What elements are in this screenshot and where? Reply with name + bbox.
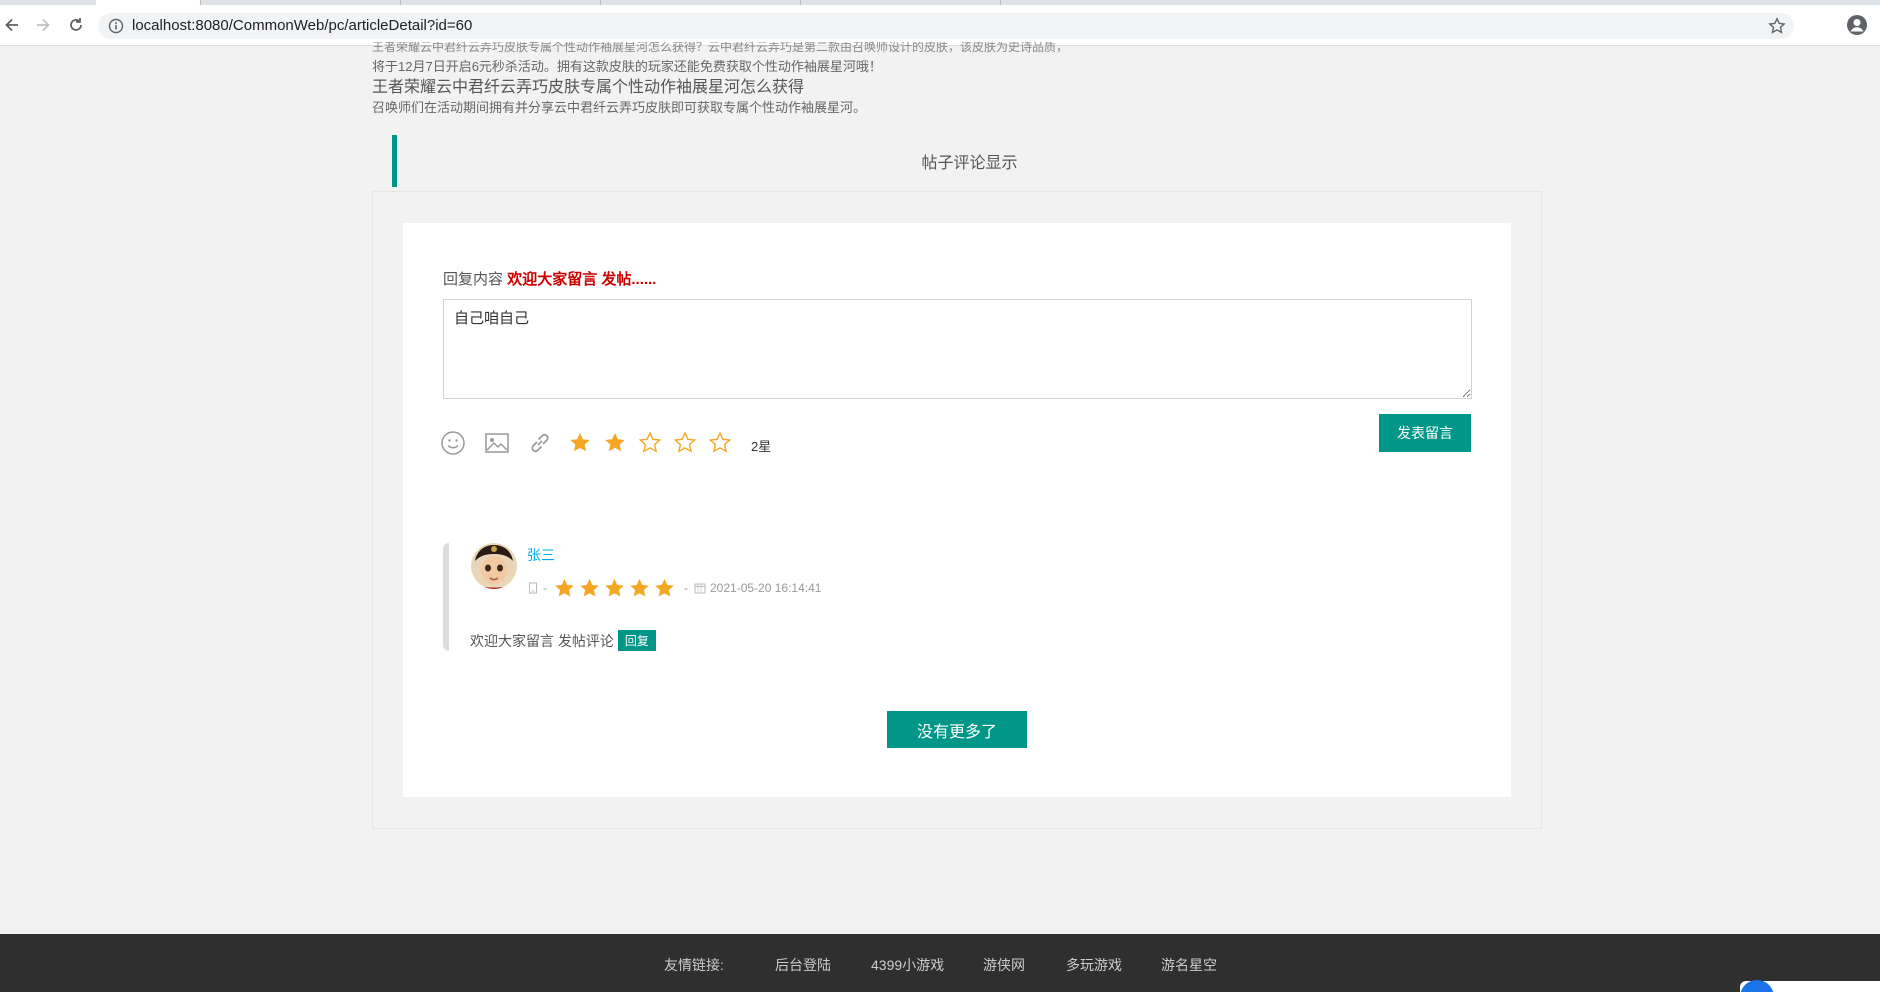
meta-separator: - bbox=[684, 581, 688, 595]
footer-links-label: 友情链接: bbox=[664, 957, 724, 973]
star-icon-empty[interactable] bbox=[638, 431, 662, 455]
star-icon-filled bbox=[580, 578, 599, 596]
star-icon-empty[interactable] bbox=[673, 431, 697, 455]
avatar[interactable] bbox=[471, 543, 517, 589]
bookmark-star-icon[interactable] bbox=[1768, 17, 1786, 35]
link-icon[interactable] bbox=[527, 430, 553, 456]
image-icon[interactable] bbox=[484, 430, 510, 456]
star-icon-filled bbox=[655, 578, 674, 596]
back-icon[interactable] bbox=[0, 13, 24, 37]
article-title: 王者荣耀云中君纤云弄巧皮肤专属个性动作袖展星河怎么获得 bbox=[372, 79, 805, 96]
comments-section-title: 帖子评论显示 bbox=[392, 135, 1542, 187]
address-bar[interactable]: localhost:8080/CommonWeb/pc/articleDetai… bbox=[98, 13, 1794, 39]
article-text-cut: 王者荣耀云中君纤云弄巧皮肤专属个性动作袖展星河怎么获得？云中君纤云弄巧是第二款由… bbox=[372, 42, 1069, 54]
star-icon-filled[interactable] bbox=[603, 431, 627, 455]
star-icon-filled bbox=[630, 578, 649, 596]
comment-timestamp: 2021-05-20 16:14:41 bbox=[710, 581, 822, 595]
comment-meta: - - 2021-05-20 16:14:41 bbox=[527, 576, 821, 600]
reply-label-text: 回复内容 bbox=[443, 271, 504, 288]
reply-button[interactable]: 回复 bbox=[617, 630, 656, 651]
reply-hint: 欢迎大家留言 发帖...... bbox=[507, 271, 657, 288]
reply-textarea[interactable] bbox=[443, 299, 1472, 399]
footer-link[interactable]: 多玩游戏 bbox=[1066, 955, 1122, 975]
comment-body: 欢迎大家留言 发帖评论 回复 bbox=[470, 630, 656, 651]
footer-link[interactable]: 游侠网 bbox=[983, 955, 1025, 975]
rating-text: 2星 bbox=[751, 439, 772, 454]
footer-link[interactable]: 4399小游戏 bbox=[871, 955, 944, 975]
browser-toolbar: localhost:8080/CommonWeb/pc/articleDetai… bbox=[0, 5, 1880, 46]
url-text[interactable]: localhost:8080/CommonWeb/pc/articleDetai… bbox=[132, 17, 472, 34]
meta-separator: - bbox=[543, 581, 547, 595]
star-icon-empty[interactable] bbox=[708, 431, 732, 455]
star-icon-filled bbox=[605, 578, 624, 596]
calendar-icon bbox=[694, 583, 706, 594]
footer-link[interactable]: 游名星空 bbox=[1161, 955, 1217, 975]
profile-icon[interactable] bbox=[1846, 14, 1868, 36]
device-icon bbox=[529, 582, 537, 594]
article-summary: 召唤师们在活动期间拥有并分享云中君纤云弄巧皮肤即可获取专属个性动作袖展星河。 bbox=[372, 100, 867, 115]
submit-comment-button[interactable]: 发表留言 bbox=[1379, 414, 1471, 452]
info-icon[interactable] bbox=[108, 18, 124, 34]
comment-text: 欢迎大家留言 发帖评论 bbox=[470, 632, 614, 649]
reply-label: 回复内容 欢迎大家留言 发帖...... bbox=[443, 268, 656, 289]
article-content: 王者荣耀云中君纤云弄巧皮肤专属个性动作袖展星河怎么获得？云中君纤云弄巧是第二款由… bbox=[372, 42, 1272, 116]
comment-author[interactable]: 张三 bbox=[527, 545, 555, 565]
forward-icon[interactable] bbox=[31, 13, 55, 37]
star-icon-filled bbox=[555, 578, 574, 596]
article-text: 将于12月7日开启6元秒杀活动。拥有这款皮肤的玩家还能免费获取个性动作袖展星河哦… bbox=[372, 59, 882, 74]
emoji-icon[interactable] bbox=[440, 430, 466, 456]
reload-icon[interactable] bbox=[64, 13, 88, 37]
comment-rating-stars bbox=[553, 577, 678, 600]
footer-link[interactable]: 后台登陆 bbox=[775, 955, 831, 975]
no-more-button[interactable]: 没有更多了 bbox=[887, 711, 1027, 748]
star-icon-filled[interactable] bbox=[568, 431, 592, 455]
